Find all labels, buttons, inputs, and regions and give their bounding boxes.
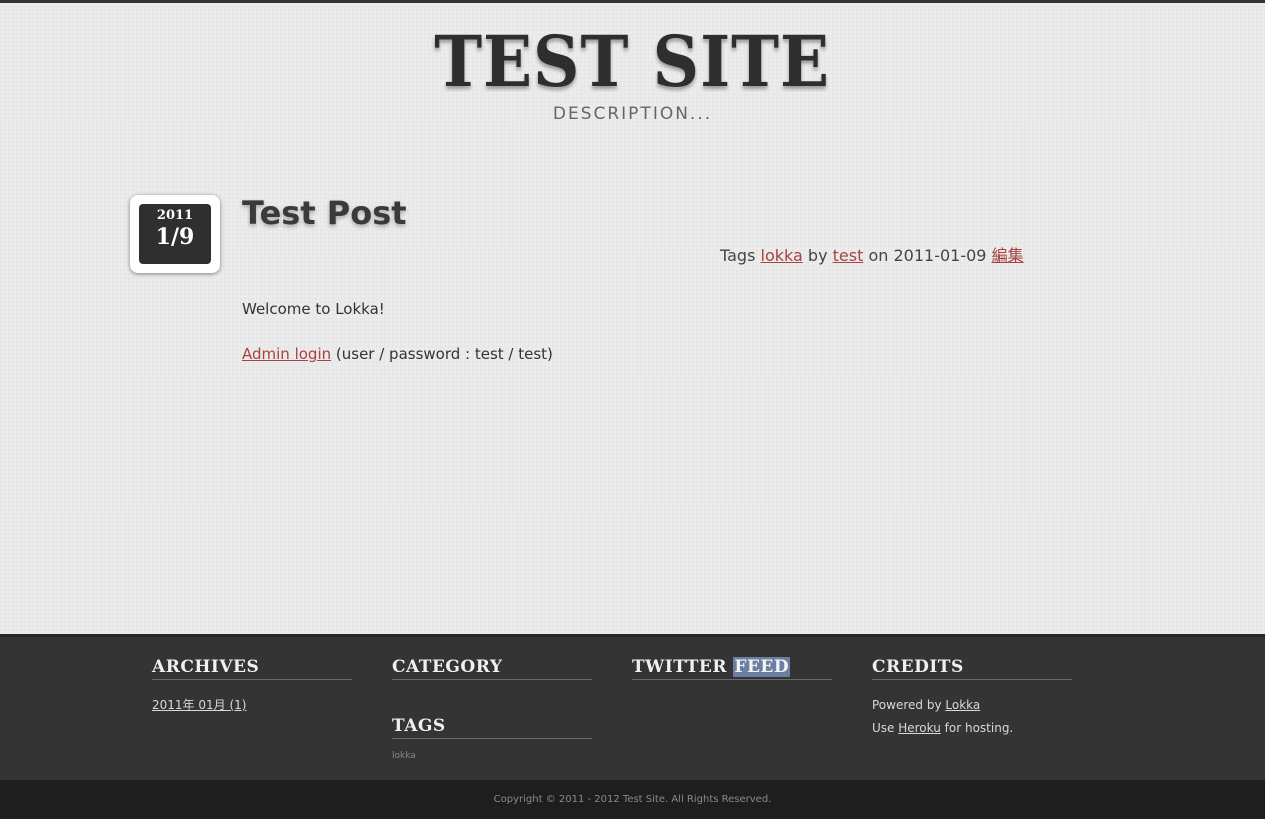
site-header: TEST SITE DESCRIPTION... [0,24,1265,125]
twitter-title-highlight: FEED [733,657,791,677]
post-meta: Tags lokka by test on 2011-01-09 編集 [720,242,1024,266]
archive-link[interactable]: 2011年 01月 (1) [152,698,246,712]
admin-login-link[interactable]: Admin login [242,345,331,363]
credits-line-2: Use Heroku for hosting. [872,717,1072,740]
credits-hosting-label: for hosting. [940,721,1014,735]
credits-line-1: Powered by Lokka [872,694,1072,717]
date-year: 2011 [156,208,194,223]
post-welcome-text: Welcome to Lokka! [242,300,385,318]
copyright-bar: Copyright © 2011 - 2012 Test Site. All R… [0,780,1265,819]
heroku-link[interactable]: Heroku [898,721,941,735]
twitter-title-prefix: TWITTER [632,657,727,677]
twitter-title: TWITTER FEED [632,657,832,680]
credits-widget: CREDITS Powered by Lokka Use Heroku for … [872,657,1072,740]
top-border [0,0,1265,3]
post-body: Welcome to Lokka! Admin login (user / pa… [242,298,553,388]
lokka-link[interactable]: Lokka [945,698,980,712]
date-day: 1/9 [155,224,195,250]
meta-on-label: on [868,246,889,265]
credits-use-label: Use [872,721,899,735]
archives-widget: ARCHIVES 2011年 01月 (1) [152,657,352,717]
meta-tag-link[interactable]: lokka [761,246,803,265]
archives-title: ARCHIVES [152,657,352,680]
copyright-text: Copyright © 2011 - 2012 Test Site. All R… [493,794,772,805]
credits-title: CREDITS [872,657,1072,680]
site-description: DESCRIPTION... [552,104,713,124]
post-date-badge: 2011 1/9 [130,195,220,273]
post-title[interactable]: Test Post [242,194,407,232]
category-widget: CATEGORY TAGS lokka [392,657,592,768]
post-admin-line: Admin login (user / password : test / te… [242,343,553,365]
meta-date: 2011-01-09 [893,246,987,265]
meta-author-link[interactable]: test [833,246,864,265]
date-badge-inner: 2011 1/9 [139,204,211,264]
category-title: CATEGORY [392,657,592,680]
meta-by-label: by [807,246,828,265]
meta-tags-label: Tags [720,246,756,265]
footer: ARCHIVES 2011年 01月 (1) CATEGORY TAGS lok… [0,634,1265,780]
credentials-text: (user / password : test / test) [331,345,553,363]
twitter-widget: TWITTER FEED [632,657,832,694]
edit-link[interactable]: 編集 [992,246,1024,265]
tag-cloud-link[interactable]: lokka [392,751,416,761]
credits-powered-label: Powered by [872,698,946,712]
tags-title: TAGS [392,716,592,739]
site-title[interactable]: TEST SITE [435,24,831,100]
